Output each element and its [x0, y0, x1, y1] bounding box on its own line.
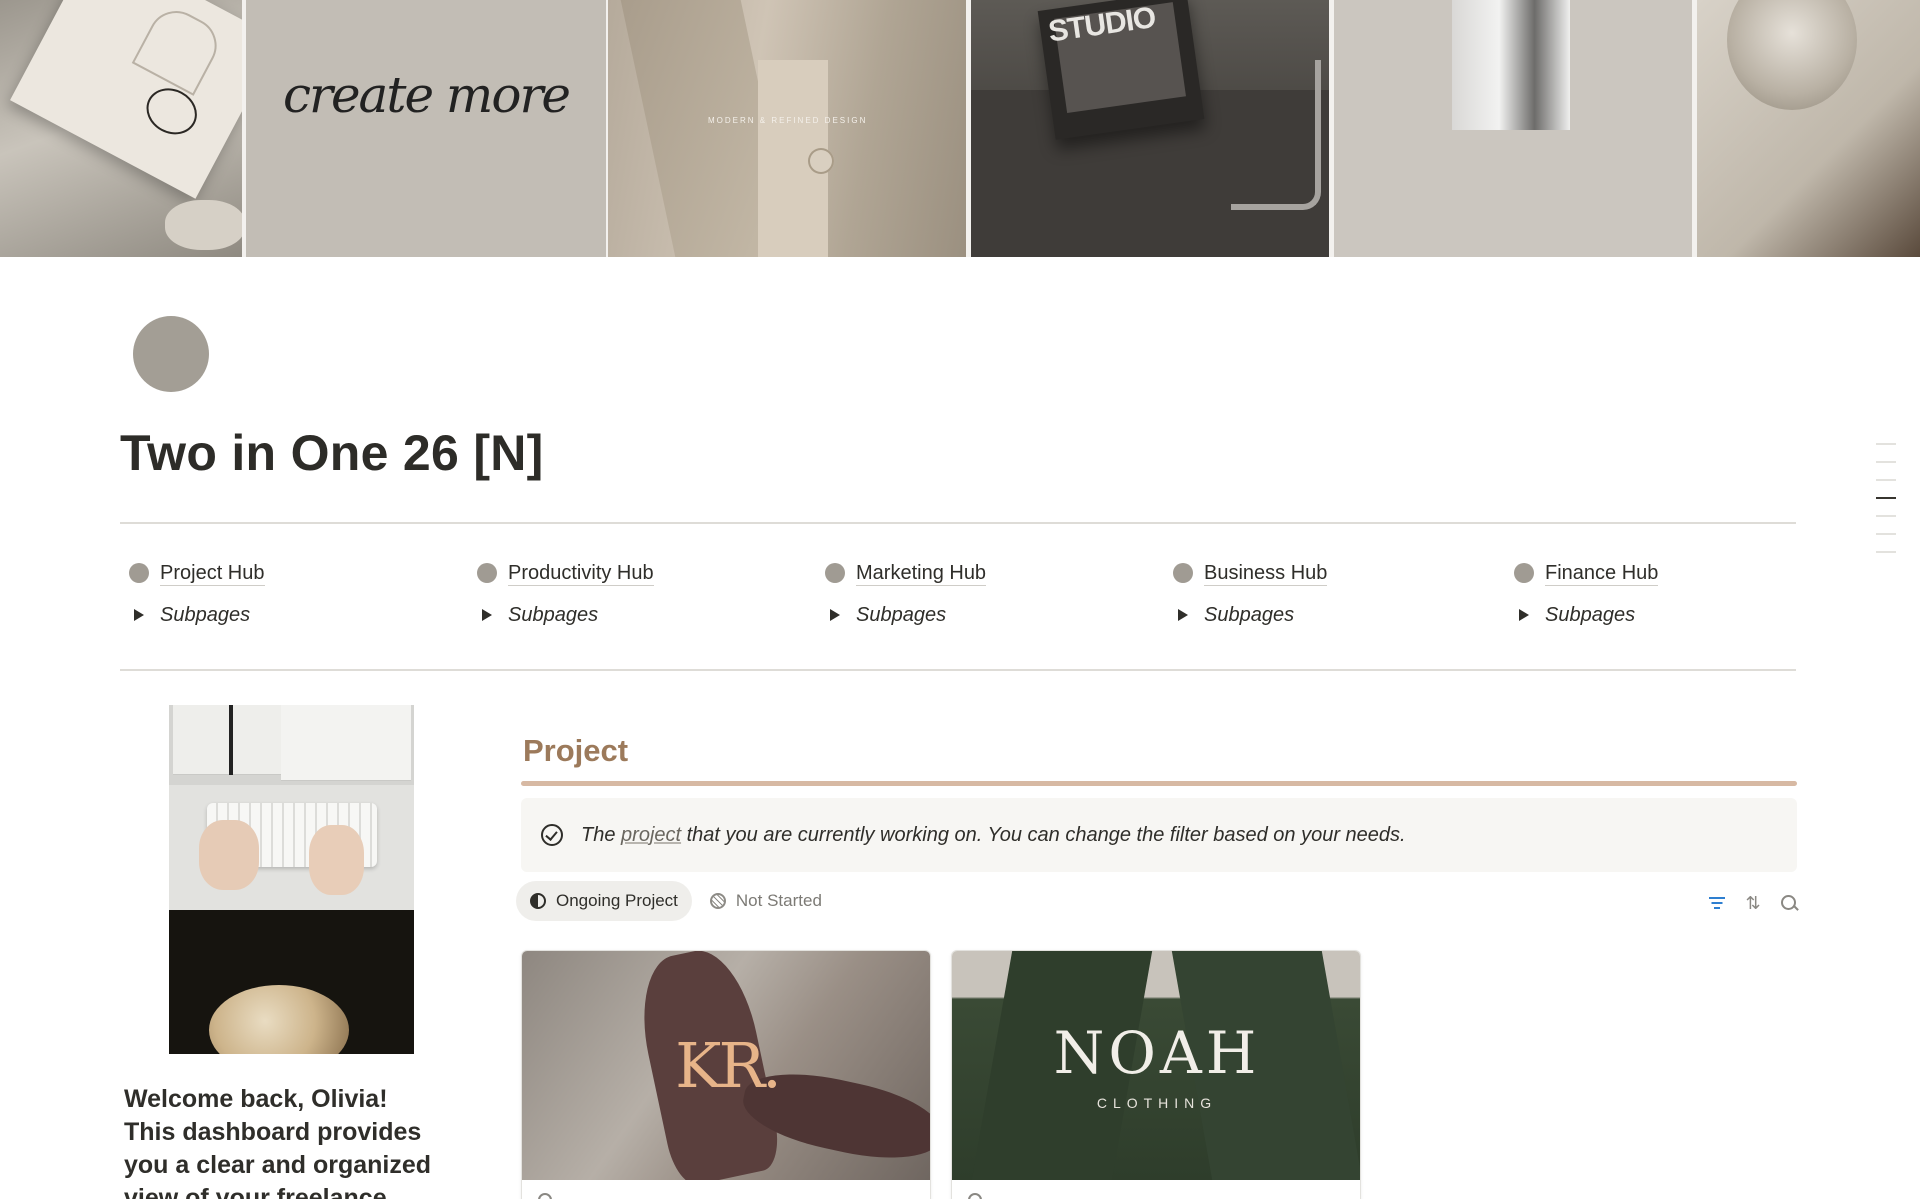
search-icon[interactable] [1778, 892, 1800, 914]
toc-line[interactable] [1876, 533, 1896, 535]
cover-tile-glass [1697, 0, 1920, 257]
check-circle-icon [541, 824, 563, 846]
sort-icon[interactable]: ⇅ [1742, 892, 1764, 914]
notebook-left [173, 705, 283, 775]
hub-productivity: Productivity Hub Subpages [468, 560, 788, 628]
subpages-toggle[interactable]: Subpages [120, 602, 440, 628]
subpages-toggle[interactable]: Subpages [816, 602, 1136, 628]
triangle-right-icon [134, 609, 144, 621]
hub-business: Business Hub Subpages [1164, 560, 1484, 628]
cover-image: create more MODERN & REFINED DESIGN STUD… [0, 0, 1920, 257]
hub-circle-icon [477, 563, 497, 583]
project-heading: Project [523, 733, 629, 768]
create-more-text: create more [283, 66, 571, 124]
subpages-label: Subpages [1204, 603, 1295, 626]
table-leg [1231, 60, 1321, 210]
card-cover-image: NOAH CLOTHING [952, 951, 1360, 1180]
hand-right [309, 825, 364, 895]
divider [120, 669, 1796, 671]
hub-circle-icon [825, 563, 845, 583]
subpages-label: Subpages [160, 603, 251, 626]
fabric-frame [1452, 0, 1570, 130]
hub-circle-icon [1173, 563, 1193, 583]
paper-mark-icon [131, 1, 227, 96]
hatched-circle-icon [709, 893, 726, 909]
cover-tile-fabric [1334, 0, 1692, 257]
toc-line[interactable] [1876, 551, 1896, 553]
callout-text: The project that you are currently worki… [581, 824, 1406, 847]
cover-tile-blazer: MODERN & REFINED DESIGN [608, 0, 966, 257]
hub-link-business[interactable]: Business Hub [1164, 560, 1484, 586]
hub-marketing: Marketing Hub Subpages [816, 560, 1136, 628]
hub-link-finance[interactable]: Finance Hub [1505, 560, 1825, 586]
cover-tile-studio: STUDIO [971, 0, 1329, 257]
project-card[interactable]: NOAH CLOTHING [951, 950, 1361, 1199]
hub-label: Productivity Hub [508, 561, 654, 586]
subpages-toggle[interactable]: Subpages [1505, 602, 1825, 628]
cover-tile-branding [0, 0, 242, 257]
subpages-label: Subpages [1545, 603, 1636, 626]
tab-not-started[interactable]: Not Started [696, 881, 836, 921]
card-property-icon [968, 1193, 982, 1199]
hub-label: Finance Hub [1545, 561, 1659, 586]
project-card[interactable]: KR. [521, 950, 931, 1199]
hub-label: Project Hub [160, 561, 265, 586]
stone-shape [165, 200, 242, 250]
hub-project: Project Hub Subpages [120, 560, 440, 628]
page-icon[interactable] [133, 316, 209, 392]
kr-logo: KR. [675, 1029, 782, 1102]
hub-label: Business Hub [1204, 561, 1328, 586]
toc-line[interactable] [1876, 515, 1896, 517]
tab-ongoing-project[interactable]: Ongoing Project [516, 881, 692, 921]
filter-icon[interactable] [1706, 892, 1728, 914]
pen [229, 705, 233, 775]
noah-sub: CLOTHING [1096, 1095, 1218, 1111]
hub-circle-icon [1514, 563, 1534, 583]
project-callout: The project that you are currently worki… [521, 798, 1797, 872]
divider [120, 522, 1796, 524]
subpages-label: Subpages [856, 603, 947, 626]
project-link[interactable]: project [621, 824, 681, 846]
triangle-right-icon [1178, 609, 1188, 621]
triangle-right-icon [1519, 609, 1529, 621]
book-stack: STUDIO [1037, 0, 1205, 140]
noah-logo: NOAH [1053, 1019, 1261, 1087]
toc-line[interactable] [1876, 443, 1896, 445]
callout-suffix: that you are currently working on. You c… [681, 823, 1406, 846]
triangle-right-icon [482, 609, 492, 621]
card-property-icon [538, 1193, 552, 1199]
notebook-right [281, 705, 411, 781]
hub-link-productivity[interactable]: Productivity Hub [468, 560, 788, 586]
hub-circle-icon [129, 563, 149, 583]
triangle-right-icon [830, 609, 840, 621]
page-title[interactable]: Two in One 26 [N] [120, 424, 544, 482]
branding-paper [10, 0, 242, 199]
card-cover-image: KR. [522, 951, 930, 1180]
glass-shape [1727, 0, 1857, 110]
project-rule [521, 781, 1797, 786]
tab-label: Not Started [735, 891, 822, 910]
hub-link-marketing[interactable]: Marketing Hub [816, 560, 1136, 586]
blazer-caption: MODERN & REFINED DESIGN [708, 116, 868, 125]
cover-tile-create-more: create more [246, 0, 606, 257]
table-of-contents[interactable] [1876, 443, 1896, 569]
view-tabs: Ongoing Project Not Started [516, 881, 836, 921]
tab-label: Ongoing Project [556, 891, 678, 910]
toc-line-active[interactable] [1876, 497, 1896, 499]
subpages-toggle[interactable]: Subpages [1164, 602, 1484, 628]
blazer-button [808, 148, 834, 174]
hand-left [199, 820, 259, 890]
half-circle-icon [530, 893, 546, 909]
welcome-text: Welcome back, Olivia! This dashboard pro… [124, 1085, 432, 1199]
view-actions: ⇅ [1692, 892, 1800, 914]
toc-line[interactable] [1876, 461, 1896, 463]
toc-line[interactable] [1876, 479, 1896, 481]
subpages-toggle[interactable]: Subpages [468, 602, 788, 628]
desk-photo [169, 705, 414, 1054]
hub-label: Marketing Hub [856, 561, 987, 586]
hub-link-project[interactable]: Project Hub [120, 560, 440, 586]
callout-prefix: The [581, 823, 622, 846]
hub-finance: Finance Hub Subpages [1505, 560, 1825, 628]
subpages-label: Subpages [508, 603, 599, 626]
